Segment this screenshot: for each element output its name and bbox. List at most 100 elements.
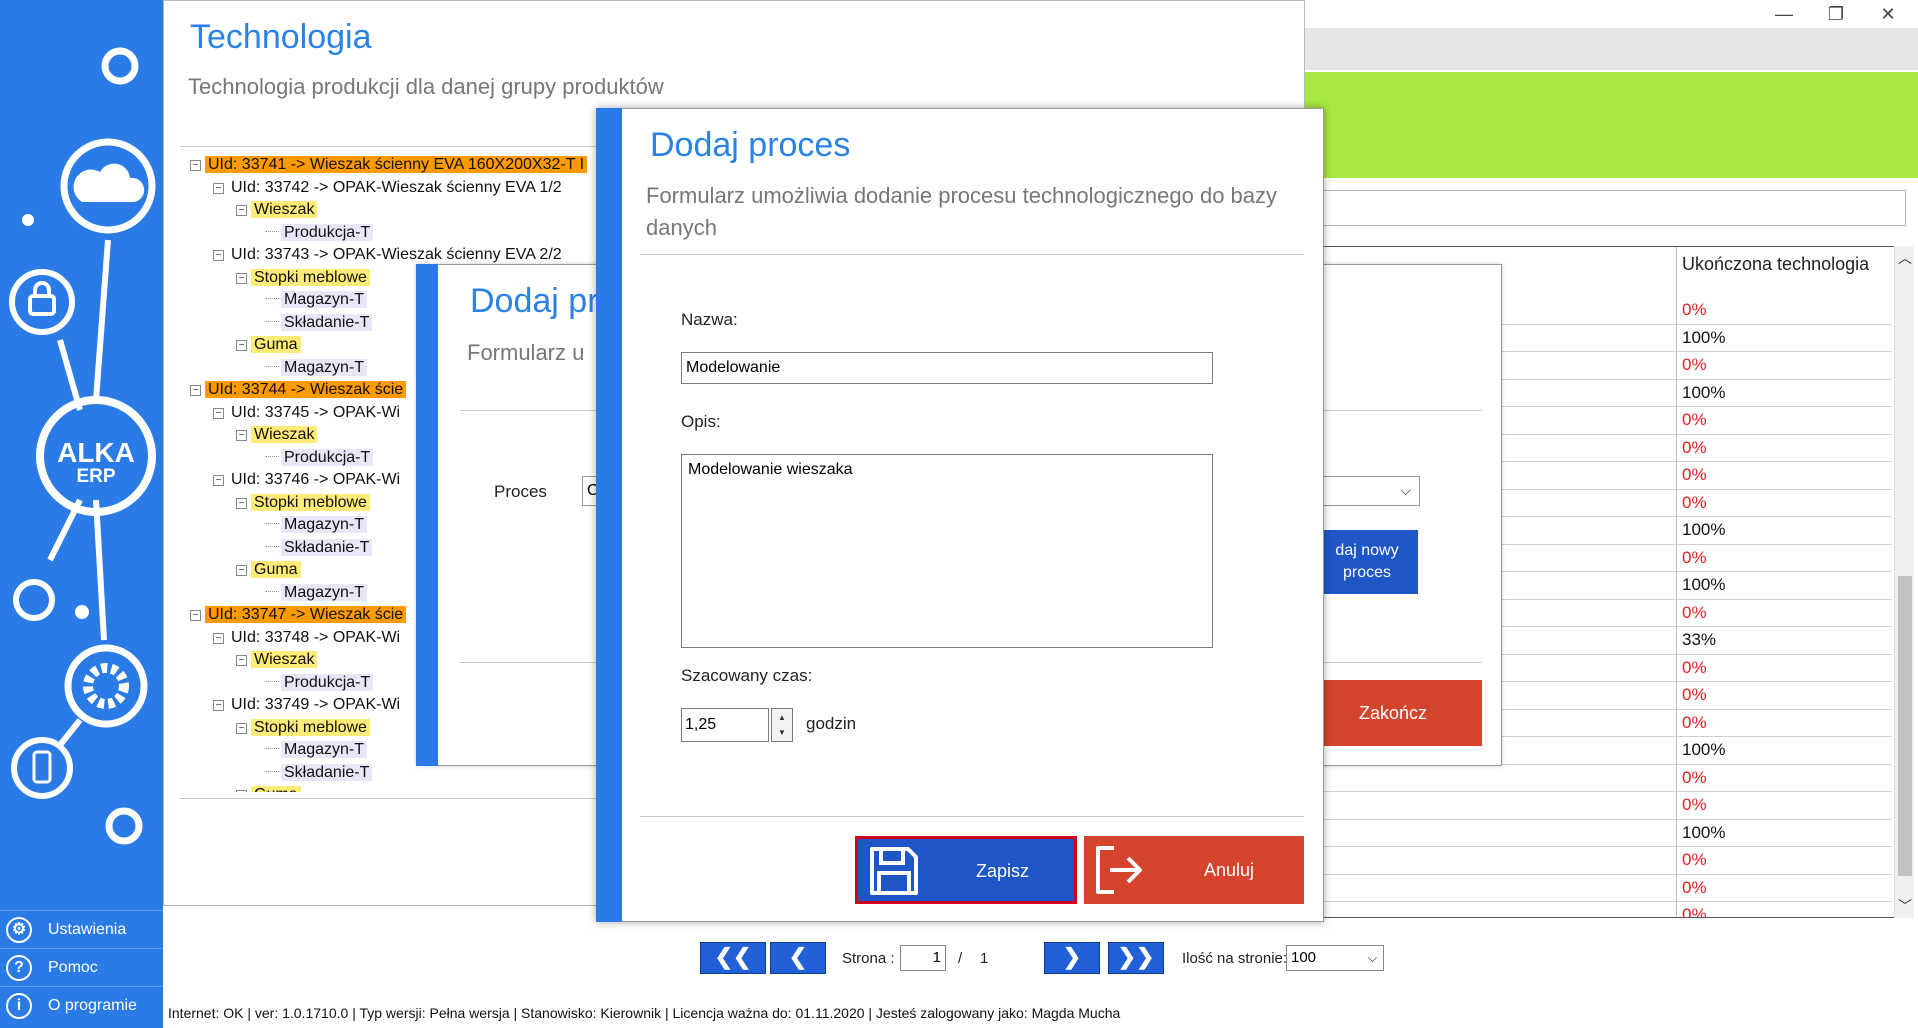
save-button[interactable]: Zapisz bbox=[855, 836, 1077, 904]
tree-node[interactable]: Magazyn-T bbox=[265, 357, 368, 379]
filter-input[interactable] bbox=[1305, 190, 1906, 226]
tree-node[interactable]: − UId: 33744 -> Wieszak ście bbox=[190, 379, 407, 401]
technology-completion-cell: 100% bbox=[1682, 382, 1726, 402]
tree-node-label: Produkcja-T bbox=[281, 673, 374, 691]
collapse-icon[interactable]: − bbox=[236, 565, 247, 576]
tree-node[interactable]: − UId: 33747 -> Wieszak ście bbox=[190, 604, 407, 626]
collapse-icon[interactable]: − bbox=[213, 700, 224, 711]
collapse-icon[interactable]: − bbox=[190, 385, 201, 396]
next-page-button[interactable]: ❯ bbox=[1044, 942, 1100, 974]
table-scrollbar[interactable]: ︿ ﹀ bbox=[1894, 246, 1914, 918]
collapse-icon[interactable]: − bbox=[236, 497, 247, 509]
tree-node[interactable]: −Guma bbox=[236, 559, 301, 581]
collapse-icon[interactable]: − bbox=[236, 272, 247, 284]
page-number-input[interactable]: 1 bbox=[900, 945, 946, 971]
name-field[interactable]: Modelowanie bbox=[681, 352, 1213, 384]
tree-node[interactable]: − Wieszak bbox=[236, 199, 318, 221]
tree-node[interactable]: Produkcja-T bbox=[265, 222, 374, 244]
tree-connector bbox=[265, 365, 279, 367]
step-up-icon[interactable]: ▲ bbox=[772, 713, 792, 722]
tree-node[interactable]: − UId: 33748 -> OPAK-Wi bbox=[213, 627, 403, 649]
collapse-icon[interactable]: − bbox=[236, 430, 247, 441]
tree-node[interactable]: − Stopki meblowe bbox=[236, 717, 370, 739]
tree-node[interactable]: Magazyn-T bbox=[265, 289, 368, 311]
collapse-icon[interactable]: − bbox=[236, 340, 247, 351]
tree-node[interactable]: Magazyn-T bbox=[265, 514, 368, 536]
table-row[interactable]: 0% bbox=[1320, 902, 1892, 917]
sidebar-item-about[interactable]: i O programie bbox=[0, 986, 163, 1022]
tree-node[interactable]: Produkcja-T bbox=[265, 447, 374, 469]
technology-completion-cell: 0% bbox=[1682, 795, 1707, 814]
collapse-icon[interactable]: − bbox=[190, 160, 201, 171]
tree-node-label: Magazyn-T bbox=[281, 516, 368, 533]
scroll-thumb[interactable] bbox=[1898, 576, 1912, 876]
collapse-icon[interactable]: − bbox=[190, 610, 201, 621]
add-new-process-button[interactable]: daj nowy proces bbox=[1316, 530, 1418, 594]
tree-connector bbox=[265, 680, 279, 682]
collapse-icon[interactable]: − bbox=[236, 655, 247, 666]
prev-page-button[interactable]: ❮ bbox=[770, 942, 826, 974]
tree-node[interactable]: Magazyn-T bbox=[265, 582, 368, 604]
tree-node[interactable]: − UId: 33745 -> OPAK-Wi bbox=[213, 402, 403, 424]
dialog-subtitle: Formularz u bbox=[467, 340, 585, 365]
tree-node[interactable]: Składanie-T bbox=[265, 537, 373, 559]
tree-node-label: Guma bbox=[251, 786, 301, 792]
collapse-icon[interactable]: − bbox=[236, 722, 247, 734]
tree-node[interactable]: − UId: 33741 -> Wieszak ścienny EVA 160X2… bbox=[190, 154, 588, 176]
tree-node[interactable]: − Wieszak bbox=[236, 649, 318, 671]
tree-node[interactable]: Magazyn-T bbox=[265, 739, 368, 761]
first-page-button[interactable]: ❮❮ bbox=[700, 942, 766, 974]
table-row[interactable]: 0% bbox=[1320, 847, 1892, 875]
collapse-icon[interactable]: − bbox=[213, 182, 224, 194]
column-header-technology[interactable]: Ukończona technologia bbox=[1676, 247, 1894, 297]
tree-node-label: Stopki meblowe bbox=[251, 718, 370, 736]
technology-completion-cell: 0% bbox=[1682, 437, 1707, 457]
collapse-icon[interactable]: − bbox=[213, 475, 224, 486]
dialog-title: Dodaj pr bbox=[470, 282, 599, 320]
scroll-down-icon[interactable]: ﹀ bbox=[1895, 896, 1915, 916]
close-icon[interactable]: ✕ bbox=[1874, 0, 1902, 28]
table-row[interactable]: 0% bbox=[1320, 875, 1892, 902]
tree-node[interactable]: − UId: 33742 -> OPAK-Wieszak ścienny EVA … bbox=[213, 177, 565, 199]
sidebar-graphic: ALKA ERP bbox=[9, 47, 156, 845]
collapse-icon[interactable]: − bbox=[213, 407, 224, 419]
tree-node[interactable]: − Stopki meblowe bbox=[236, 492, 370, 514]
tree-node[interactable]: −Guma bbox=[236, 334, 301, 356]
tree-node[interactable]: − UId: 33743 -> OPAK-Wieszak ścienny EVA … bbox=[213, 244, 565, 266]
last-page-button[interactable]: ❯❯ bbox=[1108, 942, 1164, 974]
estimated-time-input[interactable]: 1,25 bbox=[681, 708, 769, 742]
cancel-button[interactable]: Anuluj bbox=[1084, 836, 1304, 904]
tree-node[interactable]: − Wieszak bbox=[236, 424, 318, 446]
minimize-icon[interactable]: — bbox=[1770, 0, 1798, 28]
status-banner bbox=[1305, 72, 1918, 178]
dialog-title: Dodaj proces bbox=[650, 126, 851, 164]
tree-connector bbox=[265, 320, 279, 322]
tree-node-label: Stopki meblowe bbox=[251, 268, 370, 286]
tree-node[interactable]: Składanie-T bbox=[265, 762, 373, 784]
tree-node[interactable]: Składanie-T bbox=[265, 312, 373, 334]
table-row[interactable]: 100% bbox=[1320, 820, 1892, 847]
collapse-icon[interactable]: − bbox=[236, 205, 247, 216]
tree-node[interactable]: Produkcja-T bbox=[265, 672, 374, 694]
collapse-icon[interactable]: − bbox=[236, 790, 247, 792]
collapse-icon[interactable]: − bbox=[213, 632, 224, 644]
time-stepper[interactable]: ▲ ▼ bbox=[771, 708, 793, 742]
collapse-icon[interactable]: − bbox=[213, 250, 224, 261]
finish-button[interactable]: Zakończ bbox=[1304, 680, 1482, 746]
tree-node[interactable]: − UId: 33746 -> OPAK-Wi bbox=[213, 469, 403, 491]
tree-node[interactable]: − Guma bbox=[236, 784, 301, 792]
sidebar-menu: ⚙ Ustawienia ? Pomoc i O programie bbox=[0, 908, 163, 1028]
step-down-icon[interactable]: ▼ bbox=[772, 728, 792, 737]
table-row[interactable]: 0% bbox=[1320, 765, 1892, 792]
description-label: Opis: bbox=[681, 412, 721, 431]
sidebar-item-settings[interactable]: ⚙ Ustawienia bbox=[0, 910, 163, 946]
restore-icon[interactable]: ❐ bbox=[1822, 0, 1850, 28]
technology-completion-cell: 100% bbox=[1682, 822, 1726, 842]
scroll-up-icon[interactable]: ︿ bbox=[1895, 248, 1915, 268]
tree-node[interactable]: − Stopki meblowe bbox=[236, 267, 370, 289]
table-row[interactable]: 0% bbox=[1320, 792, 1892, 820]
description-field[interactable]: Modelowanie wieszaka bbox=[681, 454, 1213, 648]
tree-node[interactable]: − UId: 33749 -> OPAK-Wi bbox=[213, 694, 403, 716]
sidebar-item-help[interactable]: ? Pomoc bbox=[0, 948, 163, 984]
per-page-select[interactable]: 100 ⌵ bbox=[1286, 945, 1384, 971]
